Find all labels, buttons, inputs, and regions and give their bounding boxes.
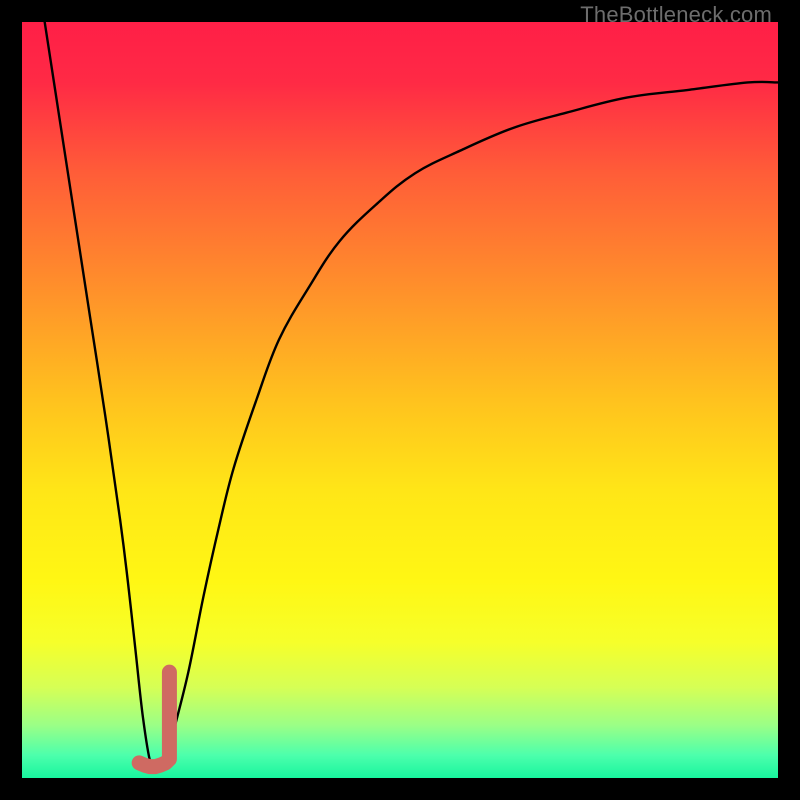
plot-area (22, 22, 778, 778)
curve-layer (22, 22, 778, 778)
chart-frame: TheBottleneck.com (0, 0, 800, 800)
bottleneck-curve (45, 22, 778, 771)
